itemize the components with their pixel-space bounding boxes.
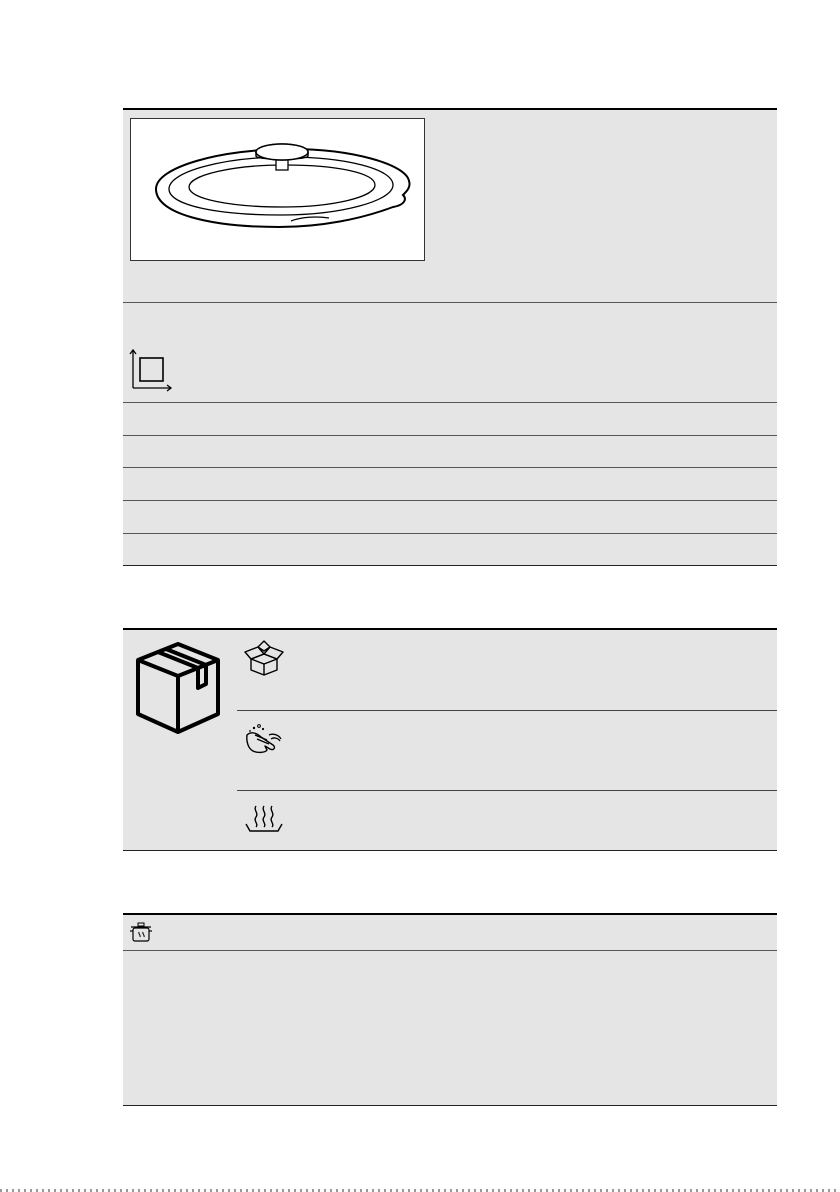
- heat-steam-icon: [244, 800, 284, 834]
- cooking-top-rule: [123, 913, 777, 915]
- unpack-box-icon: [243, 640, 285, 676]
- step-divider: [237, 710, 777, 711]
- table-row: [123, 402, 777, 403]
- wash-hands-icon: [243, 723, 285, 755]
- glass-lid-figure: [130, 118, 425, 261]
- steam-pot-icon: [129, 921, 153, 943]
- table-row: [123, 435, 777, 436]
- dimensions-icon: [129, 348, 173, 392]
- handling-bottom-rule: [123, 850, 777, 851]
- step-divider: [237, 790, 777, 791]
- glass-lid-illustration: [154, 143, 411, 229]
- cooking-header-divider: [123, 950, 777, 951]
- table-bottom-rule: [123, 565, 777, 566]
- top-rule: [123, 108, 777, 110]
- table-row: [123, 533, 777, 534]
- handling-top-rule: [123, 628, 777, 630]
- cardboard-box-icon: [134, 640, 222, 736]
- cooking-bottom-rule: [123, 1105, 777, 1106]
- table-row: [123, 467, 777, 468]
- table-row: [123, 500, 777, 501]
- row-divider: [123, 302, 777, 303]
- cooking-table: [123, 914, 777, 1105]
- dimensions-table: [123, 303, 777, 565]
